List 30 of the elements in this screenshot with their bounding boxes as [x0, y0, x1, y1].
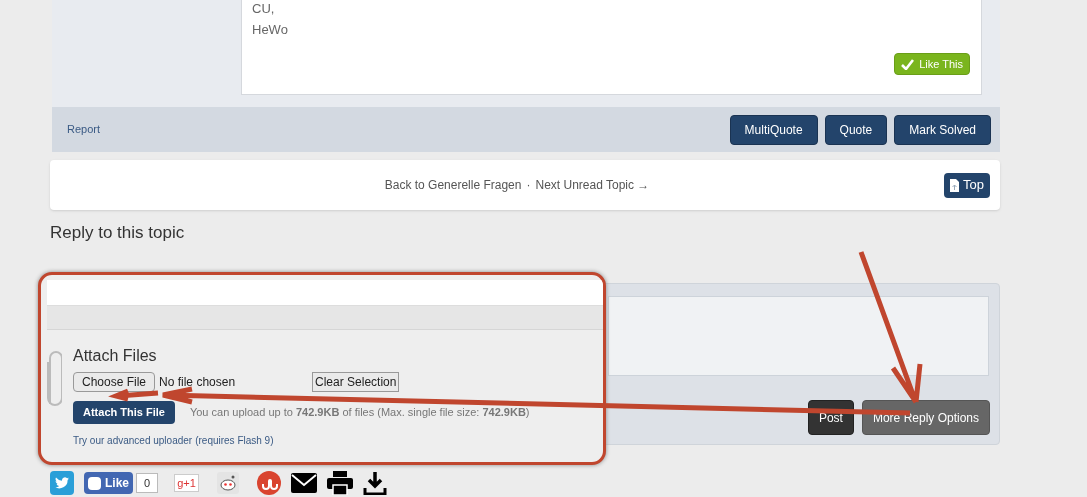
clear-selection-button[interactable]: Clear Selection — [312, 372, 400, 392]
printer-icon[interactable] — [326, 471, 353, 495]
check-icon — [901, 58, 915, 70]
next-topic-link[interactable]: Next Unread Topic → — [535, 176, 650, 194]
top-button[interactable]: Top — [944, 172, 990, 198]
advanced-uploader-link[interactable]: Try our advanced uploader — [73, 433, 193, 448]
facebook-like-button[interactable]: Like — [84, 472, 133, 494]
back-link[interactable]: Back to Generelle Fragen — [384, 176, 522, 194]
file-status: No file chosen — [159, 374, 237, 391]
attach-title: Attach Files — [73, 346, 158, 366]
twitter-icon[interactable] — [50, 471, 74, 495]
post-text: CU, HeWo — [252, 0, 289, 39]
report-link[interactable]: Report — [67, 121, 101, 138]
post-action-button[interactable]: Mark Solved — [894, 114, 991, 145]
document-up-icon — [950, 178, 960, 192]
separator-dot: · — [526, 177, 531, 194]
reply-heading: Reply to this topic — [50, 222, 185, 244]
facebook-icon — [88, 476, 101, 490]
post-action-button[interactable]: Quote — [824, 114, 888, 145]
download-icon[interactable] — [362, 471, 387, 495]
paperclip-icon — [45, 348, 62, 408]
like-count: 0 — [136, 473, 159, 493]
stumbleupon-icon[interactable] — [256, 471, 281, 495]
post-action-button[interactable]: MultiQuote — [729, 114, 818, 145]
mail-icon[interactable] — [290, 473, 317, 493]
google-plus-button[interactable]: g+1 — [174, 474, 199, 492]
attach-file-button[interactable]: Attach This File — [73, 401, 175, 424]
flash-note: (requires Flash 9) — [195, 434, 274, 448]
choose-file-button[interactable]: Choose File — [73, 372, 156, 392]
upload-info: You can upload up to 742.9KB of files (Max. single file size: 742.9KB) — [189, 405, 530, 421]
